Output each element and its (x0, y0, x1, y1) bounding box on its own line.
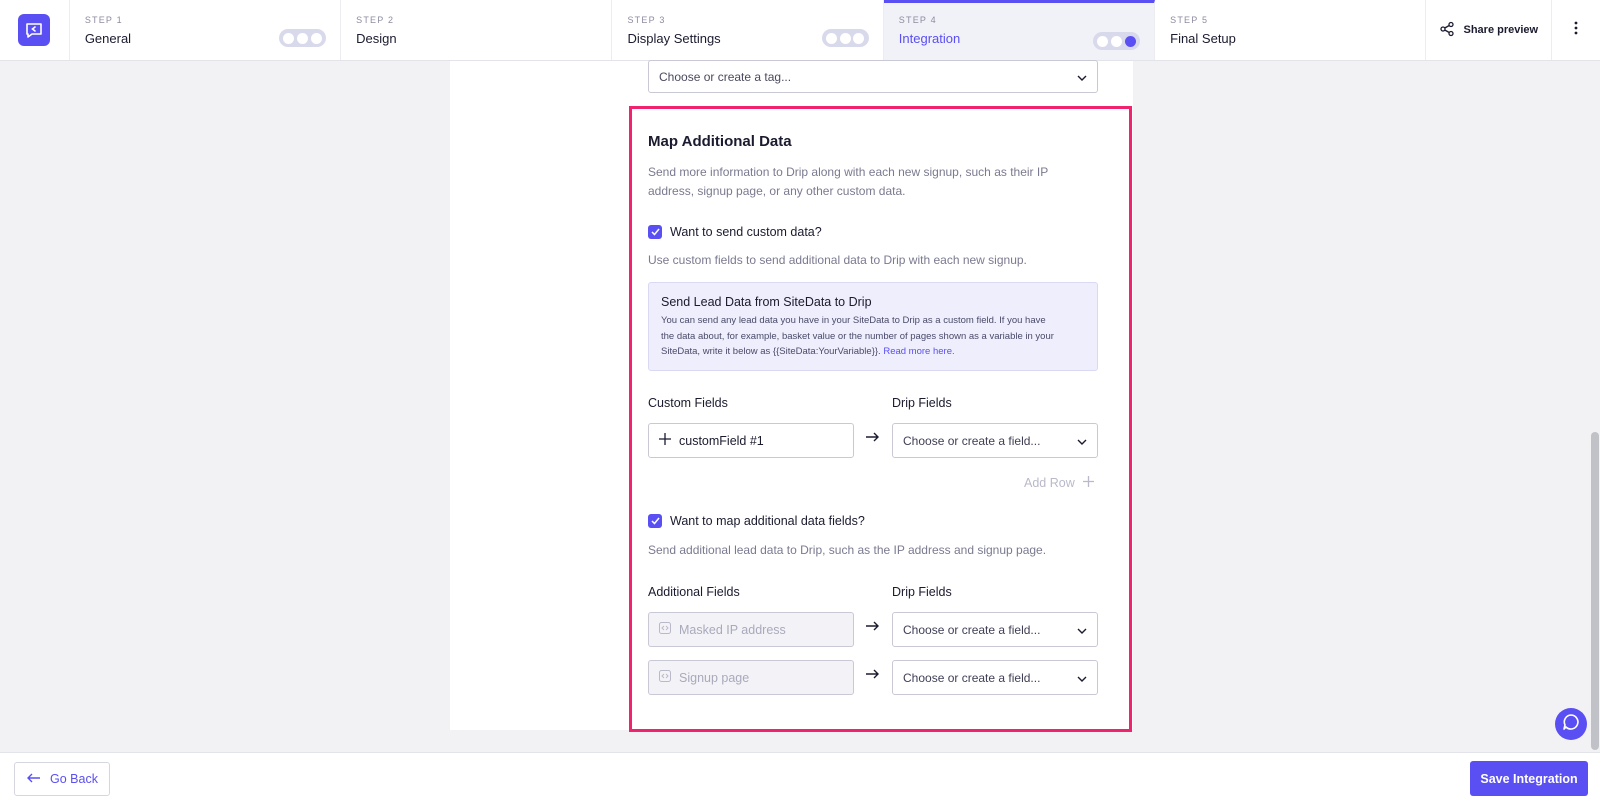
step-display-settings[interactable]: STEP 3 Display Settings (612, 0, 884, 60)
tag-select-placeholder: Choose or create a tag... (659, 69, 792, 84)
chevron-down-icon (1077, 671, 1087, 685)
custom-data-checkbox[interactable]: Want to send custom data? (648, 225, 822, 239)
logo-cell (0, 0, 70, 60)
plus-icon[interactable] (659, 433, 671, 448)
info-box-line: You can send any lead data you have in y… (661, 315, 1046, 326)
arrow-right-icon (866, 619, 880, 636)
step-integration[interactable]: STEP 4 Integration (883, 0, 1156, 60)
share-preview-label: Share preview (1463, 24, 1539, 36)
arrow-right-icon (866, 667, 880, 684)
step-final-setup[interactable]: STEP 5 Final Setup (1155, 0, 1427, 60)
custom-data-checkbox-label: Want to send custom data? (670, 225, 822, 239)
tag-select[interactable]: Choose or create a tag... (648, 60, 1098, 93)
share-icon (1439, 21, 1455, 40)
step-number: STEP 5 (1170, 15, 1209, 25)
read-more-link[interactable]: Read more here. (883, 346, 954, 357)
drip-field-placeholder: Choose or create a field... (903, 670, 1041, 685)
go-back-label: Go Back (50, 772, 98, 786)
info-box-line-last: SiteData, write it below as {{SiteData:Y… (661, 344, 1085, 360)
top-navigation-bar: STEP 1 General STEP 2 Design STEP 3 Disp… (0, 0, 1600, 61)
checkbox-checked-icon[interactable] (648, 514, 662, 528)
info-box-title: Send Lead Data from SiteData to Drip (661, 295, 872, 309)
drip-field-select[interactable]: Choose or create a field... (892, 612, 1098, 647)
chevron-down-icon (1077, 623, 1087, 637)
more-options-button[interactable] (1552, 0, 1600, 60)
step-name: Final Setup (1170, 31, 1236, 46)
add-row-label: Add Row (1024, 476, 1075, 490)
step-progress-indicator (821, 29, 869, 47)
info-box-line: SiteData, write it below as {{SiteData:Y… (661, 346, 881, 357)
info-box-line: the data about, for example, basket valu… (661, 330, 1054, 342)
drip-field-select[interactable]: Choose or create a field... (892, 423, 1098, 458)
app-logo-icon[interactable] (18, 14, 51, 46)
step-progress-indicator (279, 29, 327, 47)
arrow-left-icon (26, 772, 41, 786)
drip-field-select[interactable]: Choose or create a field... (892, 660, 1098, 695)
chat-bubble-icon (1562, 713, 1580, 736)
plus-icon (1082, 476, 1094, 490)
additional-fields-help: Send additional lead data to Drip, such … (648, 543, 1047, 557)
save-integration-label: Save Integration (1480, 771, 1578, 786)
drip-field-placeholder: Choose or create a field... (903, 622, 1041, 637)
additional-fields-checkbox[interactable]: Want to map additional data fields? (648, 514, 865, 528)
step-general[interactable]: STEP 1 General (70, 0, 342, 60)
drip-fields-label: Drip Fields (892, 585, 952, 599)
custom-data-help: Use custom fields to send additional dat… (648, 253, 1027, 267)
section-description-line-1: Send more information to Drip along with… (648, 165, 1049, 179)
code-icon (659, 622, 671, 637)
additional-fields-checkbox-label: Want to map additional data fields? (670, 514, 865, 528)
additional-fields-label: Additional Fields (648, 585, 740, 599)
step-progress-indicator (1093, 32, 1141, 50)
custom-field-value: customField #1 (679, 433, 764, 448)
signup-page-field: Signup page (648, 660, 854, 695)
arrow-right-icon (866, 430, 880, 447)
save-integration-button[interactable]: Save Integration (1470, 761, 1588, 796)
step-number: STEP 3 (627, 15, 666, 25)
sitedata-info-box: Send Lead Data from SiteData to Drip You… (648, 282, 1098, 371)
step-number: STEP 2 (356, 15, 395, 25)
chevron-down-icon (1077, 434, 1087, 448)
scrollbar-thumb[interactable] (1591, 432, 1599, 750)
step-number: STEP 1 (84, 15, 123, 25)
checkbox-checked-icon[interactable] (648, 225, 662, 239)
code-icon (659, 670, 671, 685)
go-back-button[interactable]: Go Back (14, 762, 110, 796)
section-description-line-2: address, signup page, or any other custo… (648, 184, 906, 198)
info-box-body: You can send any lead data you have in y… (661, 313, 1085, 360)
bottom-action-bar: Go Back Save Integration (0, 752, 1600, 801)
masked-ip-field: Masked IP address (648, 612, 854, 647)
drip-fields-label: Drip Fields (892, 396, 952, 410)
drip-field-placeholder: Choose or create a field... (903, 433, 1041, 448)
add-row-button[interactable]: Add Row (1024, 476, 1094, 490)
signup-page-value: Signup page (679, 670, 750, 685)
section-title: Map Additional Data (648, 133, 792, 150)
step-number: STEP 4 (898, 15, 937, 25)
custom-fields-label: Custom Fields (648, 396, 728, 410)
step-name: Design (356, 31, 397, 46)
chat-widget-button[interactable] (1555, 708, 1587, 740)
share-preview-button[interactable]: Share preview (1426, 0, 1553, 60)
masked-ip-value: Masked IP address (679, 622, 786, 637)
chevron-down-icon (1077, 70, 1087, 84)
step-design[interactable]: STEP 2 Design (341, 0, 613, 60)
kebab-menu-icon (1574, 21, 1578, 40)
custom-field-input[interactable]: customField #1 (648, 423, 854, 458)
